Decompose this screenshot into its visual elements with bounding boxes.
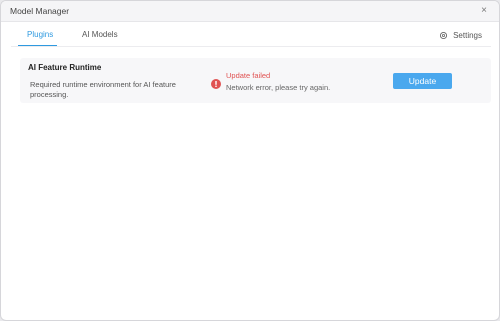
title-bar: Model Manager ×: [1, 1, 499, 22]
plugin-card: AI Feature Runtime Required runtime envi…: [20, 58, 491, 103]
settings-button[interactable]: Settings: [439, 31, 482, 40]
plugin-name: AI Feature Runtime: [28, 63, 102, 72]
error-icon: [211, 76, 221, 89]
settings-label: Settings: [453, 31, 482, 40]
window-title: Model Manager: [10, 6, 70, 16]
tab-ai-models[interactable]: AI Models: [82, 30, 118, 39]
plugin-description: Required runtime environment for AI feat…: [30, 80, 176, 99]
tab-bar: Plugins AI Models: [1, 22, 499, 47]
tab-divider: [11, 46, 491, 47]
update-button[interactable]: Update: [393, 73, 452, 89]
tab-plugins[interactable]: Plugins: [27, 30, 53, 39]
status-title: Update failed: [226, 71, 271, 80]
gear-icon: [439, 31, 448, 40]
status-message: Network error, please try again.: [226, 83, 331, 92]
model-manager-window: Model Manager × Plugins AI Models Settin…: [0, 0, 500, 321]
close-button[interactable]: ×: [477, 4, 491, 18]
